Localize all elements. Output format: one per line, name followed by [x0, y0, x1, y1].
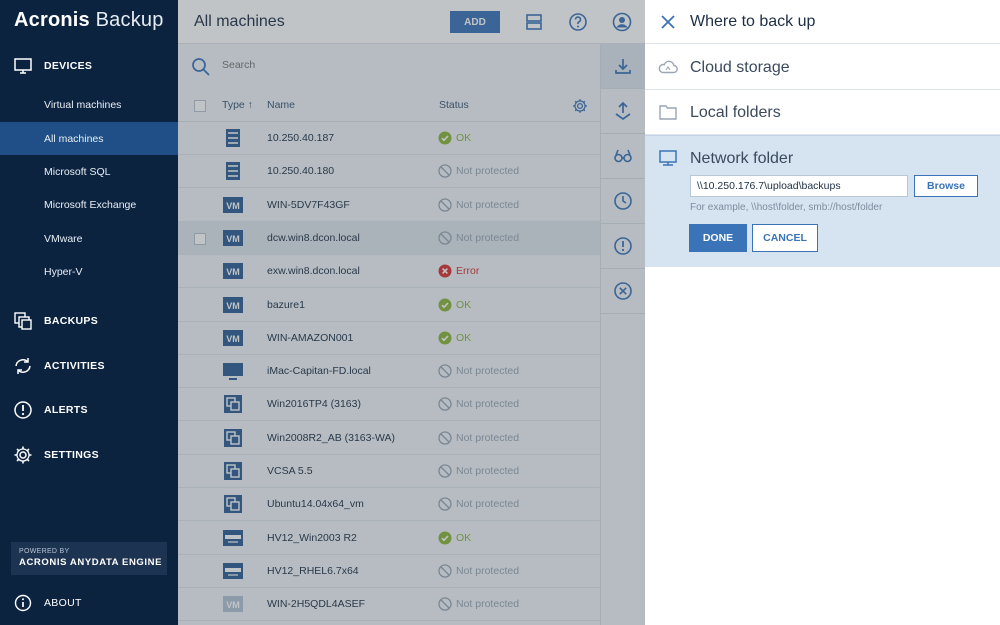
- sidebar-section-settings[interactable]: SETTINGS: [0, 438, 178, 472]
- sidebar-item-label: Virtual machines: [44, 98, 122, 111]
- modal-overlay[interactable]: [178, 0, 645, 625]
- sidebar-section-devices[interactable]: DEVICES: [0, 49, 178, 83]
- sidebar-section-label: ABOUT: [44, 597, 82, 609]
- sidebar-section-label: ACTIVITIES: [44, 360, 105, 372]
- sidebar-item-microsoft-exchange[interactable]: Microsoft Exchange: [0, 188, 178, 221]
- monitor-icon: [14, 58, 32, 74]
- panel-header: Where to back up: [645, 0, 1000, 44]
- sidebar-item-microsoft-sql[interactable]: Microsoft SQL: [0, 155, 178, 188]
- sidebar-section-alerts[interactable]: ALERTS: [0, 393, 178, 427]
- sidebar: Acronis Backup DEVICES Virtual machines …: [0, 0, 178, 625]
- sidebar-item-label: All machines: [44, 132, 104, 145]
- app-logo: Acronis Backup: [14, 9, 164, 32]
- network-folder-icon: [659, 150, 677, 166]
- cloud-icon: [658, 60, 678, 74]
- folder-icon: [659, 105, 677, 120]
- powered-by-text: POWERED BY: [19, 548, 70, 555]
- sidebar-item-all-machines[interactable]: All machines: [0, 122, 178, 155]
- option-label: Cloud storage: [690, 59, 790, 76]
- sidebar-item-label: Microsoft SQL: [44, 165, 111, 178]
- sidebar-item-hyper-v[interactable]: Hyper-V: [0, 255, 178, 288]
- done-button[interactable]: DONE: [689, 224, 747, 252]
- path-hint: For example, \\host\folder, smb://host/f…: [690, 202, 883, 213]
- powered-by-badge: POWERED BY ACRONIS ANYDATA ENGINE: [11, 542, 167, 575]
- backup-destination-panel: Where to back up Cloud storage Local fol…: [645, 0, 1000, 625]
- option-local-folders[interactable]: Local folders: [645, 90, 1000, 135]
- network-path-input[interactable]: [690, 175, 908, 197]
- brand-bold: Acronis: [14, 9, 90, 31]
- browse-button[interactable]: Browse: [914, 175, 978, 197]
- brand-light: Backup: [89, 9, 164, 31]
- sidebar-section-label: ALERTS: [44, 404, 88, 416]
- option-label: Local folders: [690, 104, 781, 121]
- info-icon: [14, 594, 32, 612]
- sidebar-section-label: DEVICES: [44, 60, 93, 72]
- sidebar-section-about[interactable]: ABOUT: [0, 586, 178, 620]
- sidebar-section-label: BACKUPS: [44, 315, 99, 327]
- sidebar-section-label: SETTINGS: [44, 449, 99, 461]
- activities-icon: [15, 358, 31, 374]
- gear-icon: [14, 446, 32, 464]
- sidebar-item-virtual-machines[interactable]: Virtual machines: [0, 88, 178, 121]
- sidebar-section-activities[interactable]: ACTIVITIES: [0, 349, 178, 383]
- sidebar-item-label: VMware: [44, 232, 83, 245]
- alert-icon: [14, 401, 32, 419]
- cancel-button[interactable]: CANCEL: [752, 224, 818, 252]
- option-label: Network folder: [690, 150, 794, 167]
- sidebar-item-vmware[interactable]: VMware: [0, 222, 178, 255]
- panel-title: Where to back up: [690, 13, 816, 30]
- sidebar-section-backups[interactable]: BACKUPS: [0, 304, 178, 338]
- sidebar-item-label: Microsoft Exchange: [44, 198, 137, 211]
- sidebar-item-label: Hyper-V: [44, 265, 83, 278]
- backups-icon: [14, 312, 32, 330]
- close-icon[interactable]: [659, 13, 677, 31]
- option-network-folder[interactable]: Network folder Browse For example, \\hos…: [645, 135, 1000, 267]
- engine-name: ACRONIS ANYDATA ENGINE: [19, 557, 163, 568]
- option-cloud-storage[interactable]: Cloud storage: [645, 45, 1000, 90]
